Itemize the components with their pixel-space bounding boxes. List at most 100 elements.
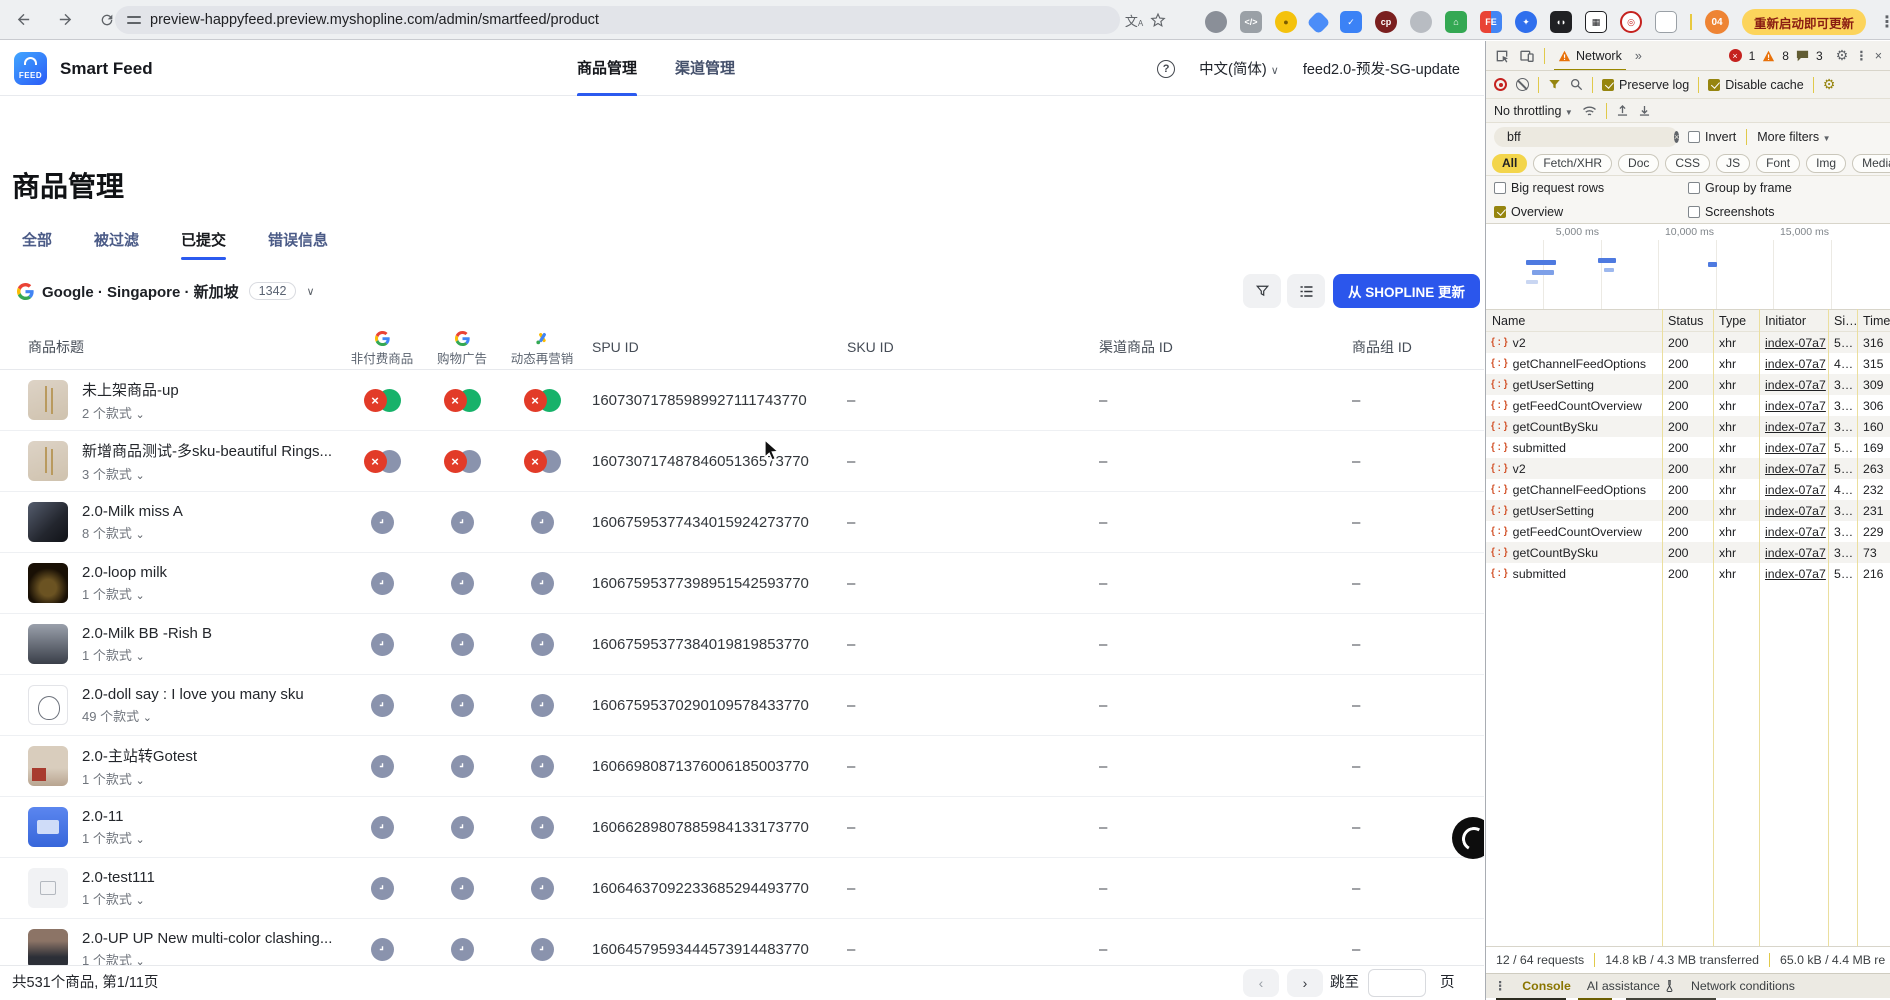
export-har-icon[interactable]	[1638, 104, 1651, 117]
variant-count-toggle[interactable]: 1 个款式 ⌄	[82, 889, 155, 908]
product-row[interactable]: 2.0-11 1 个款式 ⌄ × × × 1606628980788598413…	[0, 797, 1484, 858]
product-row[interactable]: 新增商品测试-多sku-beautiful Rings... 3 个款式 ⌄ ×…	[0, 431, 1484, 492]
extension-icon[interactable]: ✓	[1340, 11, 1362, 33]
request-initiator-link[interactable]: index-07a7	[1759, 399, 1828, 413]
variant-count-toggle[interactable]: 1 个款式 ⌄	[82, 769, 197, 788]
more-panels-icon[interactable]: »	[1635, 49, 1642, 63]
network-filter-input[interactable]	[1507, 130, 1668, 144]
help-icon[interactable]: ?	[1157, 60, 1175, 78]
request-initiator-link[interactable]: index-07a7	[1759, 567, 1828, 581]
browser-forward-button[interactable]	[50, 5, 80, 35]
network-settings-icon[interactable]: ⚙	[1823, 76, 1836, 93]
network-column-header[interactable]: Name	[1486, 314, 1662, 328]
network-request-row[interactable]: { : }v2 200 xhr index-07a7 5… 316	[1486, 332, 1890, 353]
preserve-log-checkbox[interactable]: Preserve log	[1602, 78, 1689, 92]
issues-badge-icon[interactable]	[1796, 50, 1809, 62]
filter-funnel-icon[interactable]	[1548, 78, 1561, 91]
resource-type-chip[interactable]: Img	[1806, 154, 1846, 173]
more-filters-dropdown[interactable]: More filters ▼	[1757, 130, 1830, 144]
product-row[interactable]: 2.0-Milk BB -Rish B 1 个款式 ⌄ × × × 160675…	[0, 614, 1484, 675]
drawer-tab-console[interactable]: Console	[1522, 979, 1571, 993]
network-request-row[interactable]: { : }submitted 200 xhr index-07a7 5… 216	[1486, 563, 1890, 584]
extension-icon[interactable]: ⌂	[1445, 11, 1467, 33]
variant-count-toggle[interactable]: 3 个款式 ⌄	[82, 464, 332, 483]
product-row[interactable]: 2.0-loop milk 1 个款式 ⌄ × × × 160675953773…	[0, 553, 1484, 614]
resource-type-chip[interactable]: Font	[1756, 154, 1800, 173]
network-column-header[interactable]: Si…	[1828, 314, 1857, 328]
variant-count-toggle[interactable]: 1 个款式 ⌄	[82, 584, 167, 603]
language-selector[interactable]: 中文(简体) ∨	[1199, 58, 1279, 79]
request-initiator-link[interactable]: index-07a7	[1759, 420, 1828, 434]
network-option-checkbox[interactable]: Screenshots	[1688, 205, 1882, 219]
network-column-header[interactable]: Type	[1713, 314, 1759, 328]
network-request-row[interactable]: { : }getUserSetting 200 xhr index-07a7 3…	[1486, 500, 1890, 521]
resource-type-chip[interactable]: Media	[1852, 154, 1890, 173]
page-jump-input[interactable]	[1368, 969, 1426, 997]
clear-filter-icon[interactable]: ×	[1674, 131, 1679, 143]
network-request-row[interactable]: { : }getCountBySku 200 xhr index-07a7 3……	[1486, 416, 1890, 437]
network-option-checkbox[interactable]: Group by frame	[1688, 181, 1882, 195]
devtools-settings-icon[interactable]: ⚙	[1836, 47, 1849, 64]
product-row[interactable]: 未上架商品-up 2 个款式 ⌄ × × × 16073071785989927…	[0, 370, 1484, 431]
prev-page-button[interactable]: ‹	[1243, 969, 1279, 997]
browser-menu-icon[interactable]: ⋮	[1879, 12, 1890, 32]
drawer-tab-ai-assistance[interactable]: AI assistance	[1587, 979, 1675, 993]
address-bar[interactable]: preview-happyfeed.preview.myshopline.com…	[115, 6, 1120, 34]
page-tab[interactable]: 已提交	[181, 229, 226, 260]
extension-icon[interactable]: FE	[1480, 11, 1502, 33]
site-settings-icon[interactable]	[127, 14, 141, 26]
request-initiator-link[interactable]: index-07a7	[1759, 504, 1828, 518]
network-conditions-icon[interactable]	[1582, 105, 1597, 117]
network-request-row[interactable]: { : }v2 200 xhr index-07a7 5… 263	[1486, 458, 1890, 479]
extension-icon[interactable]: cp	[1375, 11, 1397, 33]
extension-icon[interactable]: ✦	[1515, 11, 1537, 33]
devtools-close-icon[interactable]: ×	[1875, 49, 1882, 63]
update-from-shopline-button[interactable]: 从 SHOPLINE 更新	[1333, 274, 1480, 308]
request-initiator-link[interactable]: index-07a7	[1759, 441, 1828, 455]
network-request-row[interactable]: { : }getFeedCountOverview 200 xhr index-…	[1486, 521, 1890, 542]
page-tab[interactable]: 被过滤	[94, 229, 139, 260]
devtools-network-tab[interactable]: Network	[1554, 41, 1626, 71]
extension-icon[interactable]	[1205, 11, 1227, 33]
filter-button[interactable]	[1243, 274, 1281, 308]
next-page-button[interactable]: ›	[1287, 969, 1323, 997]
network-request-row[interactable]: { : }getChannelFeedOptions 200 xhr index…	[1486, 353, 1890, 374]
throttling-select[interactable]: No throttling ▼	[1494, 104, 1573, 118]
extension-icon[interactable]: ▦	[1585, 11, 1607, 33]
resource-type-chip[interactable]: All	[1492, 154, 1527, 173]
network-request-row[interactable]: { : }getChannelFeedOptions 200 xhr index…	[1486, 479, 1890, 500]
product-row[interactable]: 2.0-test111 1 个款式 ⌄ × × × 16064637092233…	[0, 858, 1484, 919]
variant-count-toggle[interactable]: 1 个款式 ⌄	[82, 828, 145, 847]
variant-count-toggle[interactable]: 49 个款式 ⌄	[82, 706, 304, 725]
devtools-menu-icon[interactable]: ⋮	[1855, 48, 1868, 63]
product-row[interactable]: 2.0-Milk miss A 8 个款式 ⌄ × × × 1606759537…	[0, 492, 1484, 553]
network-column-header[interactable]: Time	[1857, 314, 1890, 328]
extension-icon[interactable]: </>	[1240, 11, 1262, 33]
translate-icon[interactable]: 文A	[1124, 10, 1144, 30]
extension-icon[interactable]: ◖◗	[1550, 11, 1572, 33]
network-option-checkbox[interactable]: Big request rows	[1494, 181, 1688, 195]
app-nav-tab[interactable]: 渠道管理	[675, 41, 735, 96]
page-tab[interactable]: 全部	[22, 229, 52, 260]
drawer-menu-icon[interactable]: ⋮	[1494, 979, 1506, 993]
variant-count-toggle[interactable]: 1 个款式 ⌄	[82, 645, 212, 664]
network-option-checkbox[interactable]: Overview	[1494, 205, 1688, 219]
clear-network-log-icon[interactable]	[1516, 78, 1529, 91]
browser-back-button[interactable]	[8, 5, 38, 35]
network-column-header[interactable]: Status	[1662, 314, 1713, 328]
extension-icon[interactable]: ●	[1275, 11, 1297, 33]
request-initiator-link[interactable]: index-07a7	[1759, 462, 1828, 476]
resource-type-chip[interactable]: Doc	[1618, 154, 1659, 173]
disable-cache-checkbox[interactable]: Disable cache	[1708, 78, 1804, 92]
drawer-tab-network-conditions[interactable]: Network conditions	[1691, 979, 1795, 993]
request-initiator-link[interactable]: index-07a7	[1759, 483, 1828, 497]
variant-count-toggle[interactable]: 8 个款式 ⌄	[82, 523, 183, 542]
page-tab[interactable]: 错误信息	[268, 229, 328, 260]
invert-filter-checkbox[interactable]: Invert	[1688, 130, 1736, 144]
extension-icon[interactable]	[1410, 11, 1432, 33]
request-initiator-link[interactable]: index-07a7	[1759, 525, 1828, 539]
search-icon[interactable]	[1570, 78, 1583, 91]
resource-type-chip[interactable]: CSS	[1665, 154, 1710, 173]
app-nav-tab[interactable]: 商品管理	[577, 41, 637, 96]
request-initiator-link[interactable]: index-07a7	[1759, 546, 1828, 560]
